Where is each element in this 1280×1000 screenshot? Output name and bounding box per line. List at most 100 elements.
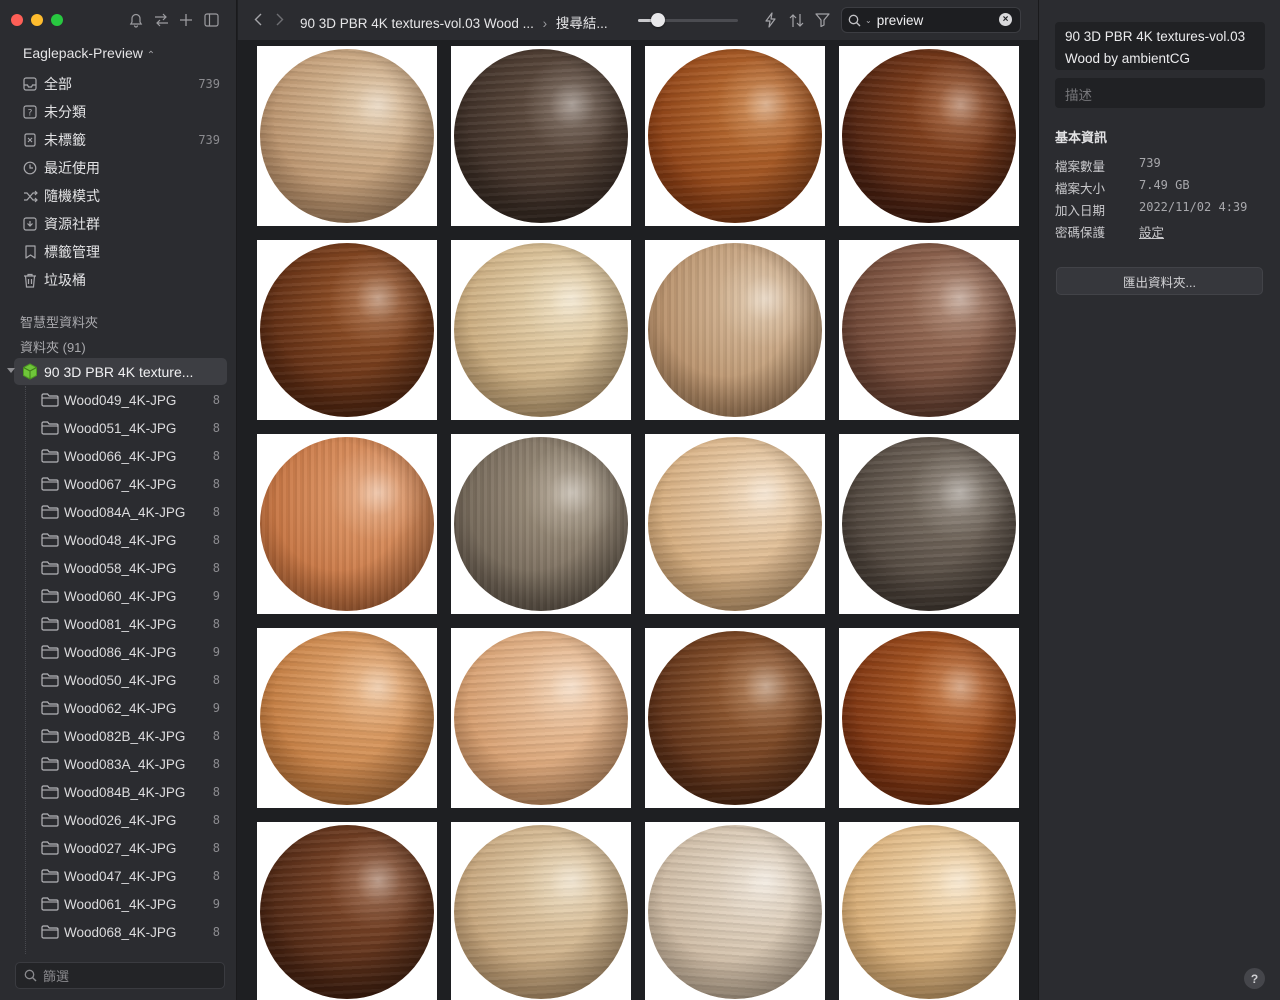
subfolder-item[interactable]: Wood051_4K-JPG 8: [14, 414, 228, 442]
window-controls: [11, 14, 63, 26]
info-label: 加入日期: [1055, 204, 1106, 218]
thumbnail-tile[interactable]: [257, 240, 437, 420]
slider-knob[interactable]: [651, 13, 665, 27]
back-icon[interactable]: [254, 13, 262, 29]
thumbnail-tile[interactable]: [257, 434, 437, 614]
sort-icon[interactable]: [788, 12, 804, 28]
sidebar-nav: 全部 739? 未分類 未標籤 739 最近使用隨機模式資源社群標籤管理 垃圾桶: [14, 70, 228, 294]
thumbnail-tile[interactable]: [839, 822, 1019, 1000]
close-window-button[interactable]: [11, 14, 23, 26]
library-switcher[interactable]: Eaglepack-Preview ⌃: [23, 45, 155, 61]
sidebar-item-6[interactable]: 標籤管理: [14, 238, 228, 266]
add-icon[interactable]: [178, 12, 194, 28]
thumbnail-tile[interactable]: [645, 240, 825, 420]
subfolder-item[interactable]: Wood026_4K-JPG 8: [14, 806, 228, 834]
disclosure-triangle-icon[interactable]: [7, 368, 15, 373]
subfolder-item[interactable]: Wood062_4K-JPG 9: [14, 694, 228, 722]
zoom-window-button[interactable]: [51, 14, 63, 26]
thumbnail-tile[interactable]: [257, 822, 437, 1000]
thumbnail-tile[interactable]: [257, 628, 437, 808]
help-button[interactable]: ?: [1244, 968, 1265, 989]
filter-icon[interactable]: [814, 12, 830, 28]
thumbnail-tile[interactable]: [645, 434, 825, 614]
subfolder-item[interactable]: Wood060_4K-JPG 9: [14, 582, 228, 610]
subfolder-item[interactable]: Wood058_4K-JPG 8: [14, 554, 228, 582]
thumbnail-tile[interactable]: [645, 822, 825, 1000]
filter-field[interactable]: 篩選: [15, 962, 225, 989]
thumbnail-tile[interactable]: [839, 434, 1019, 614]
export-folder-button[interactable]: 匯出資料夾...: [1056, 267, 1263, 295]
sidebar-item-1[interactable]: ? 未分類: [14, 98, 228, 126]
subfolder-item[interactable]: Wood068_4K-JPG 8: [14, 918, 228, 946]
active-folder[interactable]: 90 3D PBR 4K texture...: [7, 358, 227, 385]
search-field[interactable]: ⌄ preview ×: [841, 7, 1021, 33]
lightning-icon[interactable]: [762, 12, 778, 28]
subfolder-item[interactable]: Wood067_4K-JPG 8: [14, 470, 228, 498]
clear-search-icon[interactable]: ×: [999, 13, 1012, 26]
subfolder-item[interactable]: Wood081_4K-JPG 8: [14, 610, 228, 638]
sidebar-item-label: 隨機模式: [44, 188, 100, 204]
info-row: 檔案數量 739: [1055, 156, 1161, 175]
folders-heading[interactable]: 資料夾 (91): [20, 337, 86, 356]
subfolder-item[interactable]: Wood061_4K-JPG 9: [14, 890, 228, 918]
description-field[interactable]: 描述: [1055, 78, 1265, 108]
thumbnail-tile[interactable]: [451, 46, 631, 226]
thumbnail-tile[interactable]: [839, 240, 1019, 420]
smart-folders-heading[interactable]: 智慧型資料夾: [20, 312, 98, 331]
subfolder-count: 8: [212, 729, 220, 743]
sidebar-item-count: 739: [198, 77, 220, 91]
subfolder-item[interactable]: Wood027_4K-JPG 8: [14, 834, 228, 862]
password-setting-link[interactable]: 設定: [1139, 222, 1164, 241]
subfolder-item[interactable]: Wood083A_4K-JPG 8: [14, 750, 228, 778]
subfolder-item[interactable]: Wood047_4K-JPG 8: [14, 862, 228, 890]
subfolder-item[interactable]: Wood082B_4K-JPG 8: [14, 722, 228, 750]
sidebar-item-0[interactable]: 全部 739: [14, 70, 228, 98]
forward-icon[interactable]: [276, 13, 284, 29]
subfolder-list[interactable]: Wood049_4K-JPG 8 Wood051_4K-JPG 8 Wood066_4K…: [14, 386, 228, 954]
thumbnail-tile[interactable]: [451, 240, 631, 420]
texture-sphere-image: [648, 243, 822, 417]
sidebar-item-4[interactable]: 隨機模式: [14, 182, 228, 210]
subfolder-count: 8: [212, 785, 220, 799]
thumbnail-tile[interactable]: [451, 822, 631, 1000]
sidebar-item-2[interactable]: 未標籤 739: [14, 126, 228, 154]
sidebar-item-label: 最近使用: [44, 160, 100, 176]
texture-sphere-image: [842, 49, 1016, 223]
thumbnail-tile[interactable]: [645, 628, 825, 808]
thumbnail-tile[interactable]: [645, 46, 825, 226]
texture-sphere-image: [842, 631, 1016, 805]
sidebar-item-5[interactable]: 資源社群: [14, 210, 228, 238]
folder-icon: [41, 869, 59, 883]
subfolder-item[interactable]: Wood050_4K-JPG 8: [14, 666, 228, 694]
thumbnail-size-slider[interactable]: [638, 13, 738, 27]
subfolder-item[interactable]: Wood084A_4K-JPG 8: [14, 498, 228, 526]
sidebar-item-label: 資源社群: [44, 216, 100, 232]
thumbnail-tile[interactable]: [257, 46, 437, 226]
thumbnail-tile[interactable]: [839, 46, 1019, 226]
sidebar-item-3[interactable]: 最近使用: [14, 154, 228, 182]
subfolder-count: 8: [212, 813, 220, 827]
breadcrumb-folder[interactable]: 90 3D PBR 4K textures-vol.03 Wood ...: [300, 16, 534, 31]
texture-sphere-image: [454, 631, 628, 805]
breadcrumb-current[interactable]: 搜尋結...: [556, 16, 608, 31]
texture-sphere-image: [260, 631, 434, 805]
subfolder-item[interactable]: Wood086_4K-JPG 9: [14, 638, 228, 666]
info-label: 密碼保護: [1055, 226, 1106, 240]
subfolder-label: Wood027_4K-JPG: [64, 840, 177, 856]
subfolder-item[interactable]: Wood049_4K-JPG 8: [14, 386, 228, 414]
thumbnail-tile[interactable]: [451, 628, 631, 808]
sidebar-item-label: 未分類: [44, 104, 86, 120]
minimize-window-button[interactable]: [31, 14, 43, 26]
sidebar-item-7[interactable]: 垃圾桶: [14, 266, 228, 294]
subfolder-item[interactable]: Wood084B_4K-JPG 8: [14, 778, 228, 806]
sidebar-toggle-icon[interactable]: [203, 12, 219, 28]
subfolder-item[interactable]: Wood048_4K-JPG 8: [14, 526, 228, 554]
sync-icon[interactable]: [153, 12, 169, 28]
bell-icon[interactable]: [128, 12, 144, 28]
subfolder-item[interactable]: Wood066_4K-JPG 8: [14, 442, 228, 470]
thumbnail-tile[interactable]: [839, 628, 1019, 808]
thumbnail-tile[interactable]: [451, 434, 631, 614]
folder-title-field[interactable]: 90 3D PBR 4K textures-vol.03 Wood by amb…: [1055, 22, 1265, 70]
search-input[interactable]: preview: [877, 13, 924, 28]
chevron-down-icon[interactable]: ⌄: [865, 16, 872, 25]
